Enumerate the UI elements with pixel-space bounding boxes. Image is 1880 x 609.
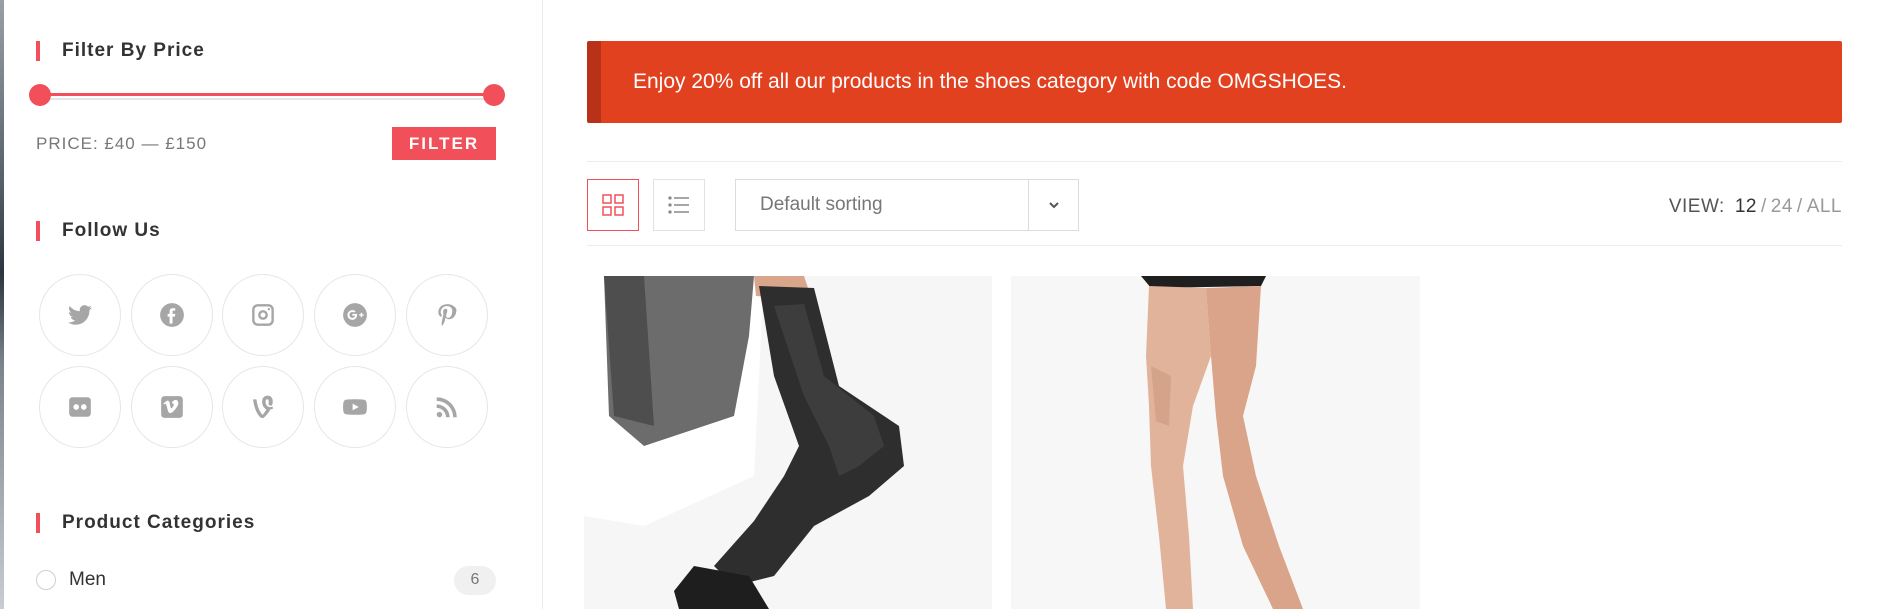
sort-select[interactable]: Default sorting xyxy=(735,179,1079,231)
chevron-down-icon xyxy=(1048,202,1059,209)
category-count-badge: 6 xyxy=(454,565,496,595)
flickr-icon xyxy=(69,397,91,417)
grid-icon xyxy=(602,194,624,216)
twitter-link[interactable] xyxy=(39,274,121,356)
facebook-icon xyxy=(160,303,184,327)
follow-us-title: Follow Us xyxy=(36,220,161,242)
slider-min-handle[interactable] xyxy=(29,84,51,106)
vine-link[interactable] xyxy=(222,366,304,448)
vimeo-icon xyxy=(161,396,183,418)
products-per-page: VIEW: 12 / 24 / ALL xyxy=(1669,196,1842,218)
product-image-women[interactable] xyxy=(1011,276,1420,609)
youtube-icon xyxy=(343,399,367,415)
view-option-all[interactable]: ALL xyxy=(1807,196,1842,218)
slider-track xyxy=(38,93,496,96)
sort-dropdown-toggle[interactable] xyxy=(1028,180,1078,230)
product-categories-title: Product Categories xyxy=(36,512,255,534)
shop-toolbar: Default sorting VIEW: 12 / 24 / ALL xyxy=(587,161,1842,246)
rss-link[interactable] xyxy=(406,366,488,448)
vimeo-link[interactable] xyxy=(131,366,213,448)
facebook-link[interactable] xyxy=(131,274,213,356)
slider-track-background xyxy=(38,98,496,100)
list-view-button[interactable] xyxy=(653,179,705,231)
youtube-link[interactable] xyxy=(314,366,396,448)
category-item-men[interactable]: Men 6 xyxy=(36,565,496,595)
product-image-men[interactable] xyxy=(584,276,992,609)
filter-button[interactable]: FILTER xyxy=(392,127,496,160)
promo-notice: Enjoy 20% off all our products in the sh… xyxy=(587,41,1842,123)
product-photo-woman-legs xyxy=(1011,276,1420,609)
price-range-slider[interactable] xyxy=(29,84,505,106)
instagram-icon xyxy=(252,304,274,326)
view-separator: / xyxy=(1796,196,1803,217)
view-label: VIEW: xyxy=(1668,196,1725,217)
twitter-icon xyxy=(68,305,92,325)
list-icon xyxy=(668,196,689,214)
vine-icon xyxy=(253,395,273,419)
google-plus-link[interactable] xyxy=(314,274,396,356)
sort-selected-value: Default sorting xyxy=(760,194,883,215)
filter-by-price-title: Filter By Price xyxy=(36,40,205,62)
google-plus-icon xyxy=(343,303,367,327)
price-range-label: PRICE: £40 — £150 xyxy=(36,134,208,153)
view-option-12[interactable]: 12 xyxy=(1735,196,1757,218)
category-radio[interactable] xyxy=(36,570,56,590)
category-label: Men xyxy=(69,569,106,590)
pinterest-icon xyxy=(438,304,457,326)
instagram-link[interactable] xyxy=(222,274,304,356)
product-photo-man-jeans xyxy=(584,276,992,609)
flickr-link[interactable] xyxy=(39,366,121,448)
slider-max-handle[interactable] xyxy=(483,84,505,106)
sidebar: Filter By Price PRICE: £40 — £150 FILTER… xyxy=(0,0,543,609)
rss-icon xyxy=(436,397,457,418)
grid-view-button[interactable] xyxy=(587,179,639,231)
pinterest-link[interactable] xyxy=(406,274,488,356)
view-separator: / xyxy=(1760,196,1767,217)
view-option-24[interactable]: 24 xyxy=(1771,196,1793,218)
